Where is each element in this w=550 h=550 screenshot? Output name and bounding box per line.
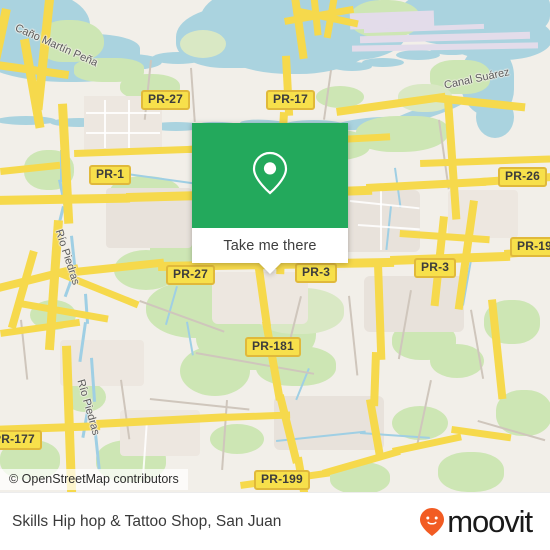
road-shield[interactable]: PR-181 bbox=[245, 337, 301, 357]
road-shield[interactable]: PR-17 bbox=[266, 90, 316, 110]
road-shield[interactable]: PR-177 bbox=[0, 430, 42, 450]
road-shield[interactable]: PR-3 bbox=[295, 263, 338, 283]
osm-attribution[interactable]: © OpenStreetMap contributors bbox=[0, 469, 188, 490]
place-title: Skills Hip hop & Tattoo Shop, San Juan bbox=[12, 512, 282, 530]
popup-cta-area[interactable]: Take me there bbox=[192, 228, 348, 263]
location-popup[interactable]: Take me there bbox=[192, 123, 348, 274]
map-screenshot: Caño Martín Peña Canal Suárez Río Piedra… bbox=[0, 0, 550, 550]
moovit-wordmark: moovit bbox=[447, 503, 533, 539]
road-shield[interactable]: PR-190 bbox=[510, 237, 550, 257]
road-shield[interactable]: PR-3 bbox=[414, 258, 457, 278]
moovit-pin-smiley-icon bbox=[420, 507, 445, 536]
road-shield[interactable]: PR-199 bbox=[254, 470, 310, 490]
road-shield[interactable]: PR-27 bbox=[166, 265, 216, 285]
moovit-logo[interactable]: moovit bbox=[419, 503, 533, 540]
map-canvas[interactable]: Caño Martín Peña Canal Suárez Río Piedra… bbox=[0, 0, 550, 492]
popup-image-area bbox=[192, 123, 348, 228]
road-shield[interactable]: PR-1 bbox=[89, 165, 132, 185]
footer-bar: Skills Hip hop & Tattoo Shop, San Juan m… bbox=[0, 492, 550, 550]
take-me-there-label: Take me there bbox=[223, 237, 317, 254]
map-pin-icon bbox=[252, 151, 288, 195]
road-shield[interactable]: PR-26 bbox=[498, 167, 548, 187]
road-shield[interactable]: PR-27 bbox=[141, 90, 191, 110]
popup-pointer bbox=[259, 263, 281, 274]
